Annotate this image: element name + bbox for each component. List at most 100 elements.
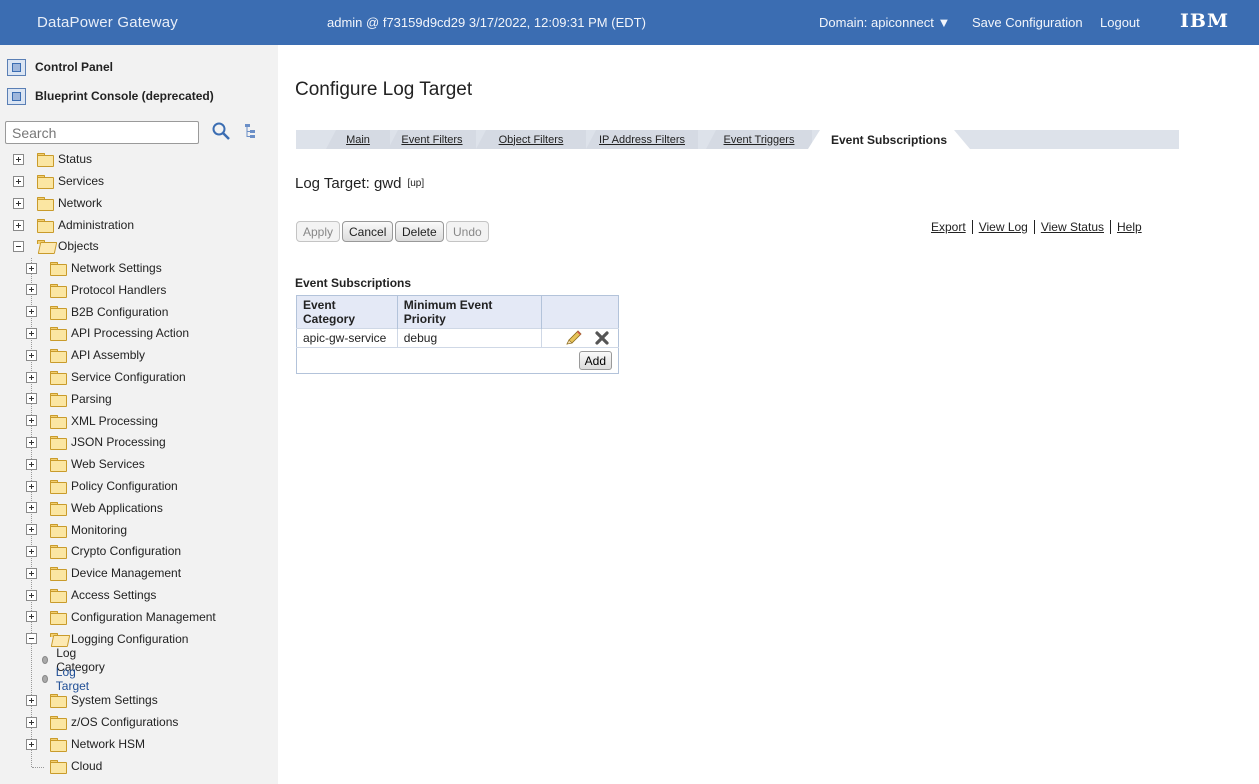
blueprint-console-link[interactable]: Blueprint Console (deprecated) [7,86,214,106]
save-configuration-link[interactable]: Save Configuration [972,15,1083,30]
folder-icon [50,523,67,538]
tree-item-api-assembly[interactable]: API Assembly [26,345,145,365]
expand-icon[interactable] [13,219,24,231]
expand-icon[interactable] [13,153,24,165]
tree-item-network[interactable]: Network [13,193,102,213]
view-status-link[interactable]: View Status [1033,220,1110,234]
tree-item-label: Crypto Configuration [71,544,182,559]
view-log-link[interactable]: View Log [971,220,1034,234]
expand-icon[interactable] [26,262,37,274]
expand-icon[interactable] [26,436,37,448]
folder-icon [50,327,67,342]
expand-icon[interactable] [13,175,24,187]
tab-ip-address-filters[interactable]: IP Address Filters [586,130,698,149]
folder-icon [50,371,67,385]
folder-icon [50,283,67,298]
expand-icon[interactable] [26,371,37,383]
tree-item-label: Network HSM [71,737,146,751]
table-row: apic-gw-service debug [296,328,619,348]
tree-item-label: Network Settings [71,261,162,275]
column-header-actions [541,295,619,329]
control-panel-label: Control Panel [35,60,114,74]
domain-selector[interactable]: Domain: apiconnect ▼ [819,15,950,30]
control-panel-link[interactable]: Control Panel [7,57,113,77]
folder-icon [50,349,67,364]
tree-item-system-settings[interactable]: System Settings [26,690,158,710]
expand-icon[interactable] [26,738,37,750]
up-link[interactable]: [up] [407,178,424,189]
tree-item-z-os-configurations[interactable]: z/OS Configurations [26,712,178,732]
tree-item-network-settings[interactable]: Network Settings [26,258,162,278]
expand-icon[interactable] [26,716,37,728]
tree-item-status[interactable]: Status [13,149,92,169]
tree-item-policy-configuration[interactable]: Policy Configuration [26,476,178,496]
blueprint-console-icon [7,87,26,105]
expand-icon[interactable] [26,480,37,492]
search-icon[interactable] [211,121,231,141]
tree-item-api-processing-action[interactable]: API Processing Action [26,323,189,343]
tree-item-label: Configuration Management [71,609,216,624]
tree-item-b2b-configuration[interactable]: B2B Configuration [26,302,168,322]
folder-icon [37,175,54,189]
tree-item-administration[interactable]: Administration [13,215,134,235]
tab-event-filters[interactable]: Event Filters [388,130,476,149]
expand-icon[interactable] [26,545,37,557]
tab-object-filters[interactable]: Object Filters [476,130,586,149]
tree-item-device-management[interactable]: Device Management [26,563,181,583]
cancel-button[interactable]: Cancel [342,221,394,242]
expand-icon[interactable] [26,327,37,339]
tree-item-label: Services [58,174,105,188]
add-button[interactable]: Add [578,351,612,370]
tree-item-network-hsm[interactable]: Network HSM [26,734,145,754]
tree-item-xml-processing[interactable]: XML Processing [26,411,158,431]
tree-item-cloud[interactable]: Cloud [26,756,102,776]
delete-button[interactable]: Delete [395,221,444,242]
tab-event-triggers[interactable]: Event Triggers [706,130,812,149]
tab-event-subscriptions[interactable]: Event Subscriptions [808,130,970,149]
collapse-icon[interactable] [26,633,37,645]
expand-icon[interactable] [26,524,37,536]
expand-icon[interactable] [26,567,37,579]
expand-icon[interactable] [13,197,24,209]
tree-item-access-settings[interactable]: Access Settings [26,585,156,605]
undo-button[interactable]: Undo [446,221,489,242]
expand-icon[interactable] [26,284,37,296]
tree-item-monitoring[interactable]: Monitoring [26,520,127,540]
tree-item-label: z/OS Configurations [71,715,179,729]
tree-item-web-applications[interactable]: Web Applications [26,498,163,518]
expand-icon[interactable] [26,589,37,601]
edit-pencil-icon[interactable] [563,329,583,347]
search-input[interactable] [5,121,199,144]
collapse-icon[interactable] [13,240,24,252]
tree-item-configuration-management[interactable]: Configuration Management [26,607,216,627]
tree-item-protocol-handlers[interactable]: Protocol Handlers [26,280,166,300]
delete-x-icon[interactable] [592,329,612,347]
tree-item-web-services[interactable]: Web Services [26,454,145,474]
expand-icon[interactable] [26,694,37,706]
leaf-dot-icon [42,656,49,664]
tree-item-service-configuration[interactable]: Service Configuration [26,367,186,387]
tree-item-logging-configuration[interactable]: Logging Configuration [26,629,188,649]
expand-icon[interactable] [26,306,37,318]
folder-icon [50,545,67,560]
tree-item-log-target[interactable]: Log Target [42,665,91,693]
tree-item-parsing[interactable]: Parsing [26,389,112,409]
folder-icon [50,436,67,451]
expand-icon[interactable] [26,611,37,623]
apply-button[interactable]: Apply [296,221,341,242]
expand-icon[interactable] [26,458,37,470]
expand-icon[interactable] [26,502,37,514]
tree-item-json-processing[interactable]: JSON Processing [26,432,166,452]
help-link[interactable]: Help [1110,220,1148,234]
collapse-tree-icon[interactable] [242,123,258,139]
tab-main[interactable]: Main [326,130,390,149]
tree-item-label: Web Services [71,457,145,472]
export-link[interactable]: Export [925,220,972,234]
tree-item-objects[interactable]: Objects [13,236,99,256]
logout-link[interactable]: Logout [1100,15,1140,30]
expand-icon[interactable] [26,393,37,405]
expand-icon[interactable] [26,415,37,427]
expand-icon[interactable] [26,349,37,361]
tree-item-services[interactable]: Services [13,171,104,191]
tree-item-crypto-configuration[interactable]: Crypto Configuration [26,541,181,561]
